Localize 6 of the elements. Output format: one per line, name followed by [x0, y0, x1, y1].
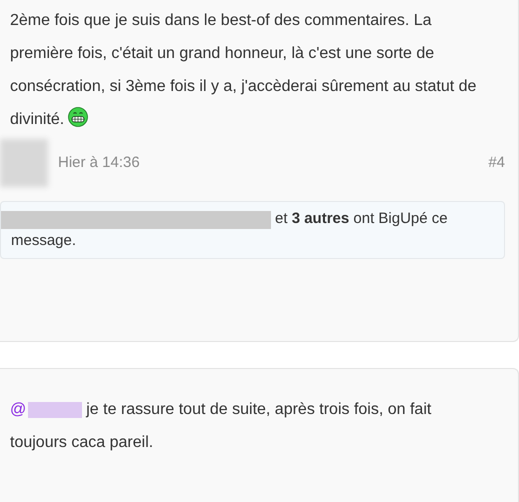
reply-text: @ je te rassure tout de suite, après trois fois, on fait toujours caca pareil. — [10, 400, 432, 453]
post-number: #4 — [488, 152, 505, 173]
post-time: Hier à 14:36 — [58, 152, 140, 173]
post-text: 2ème fois que je suis dans le best-of des commentaires. La première fois, c'était un grand honneur, là c'est une sorte de consécration, si 3ème fois il y a, j'accèderai sûrement au statut de divinité. — [10, 11, 478, 130]
mention-link[interactable]: @ — [10, 401, 82, 418]
grinning-face-icon — [68, 107, 88, 127]
